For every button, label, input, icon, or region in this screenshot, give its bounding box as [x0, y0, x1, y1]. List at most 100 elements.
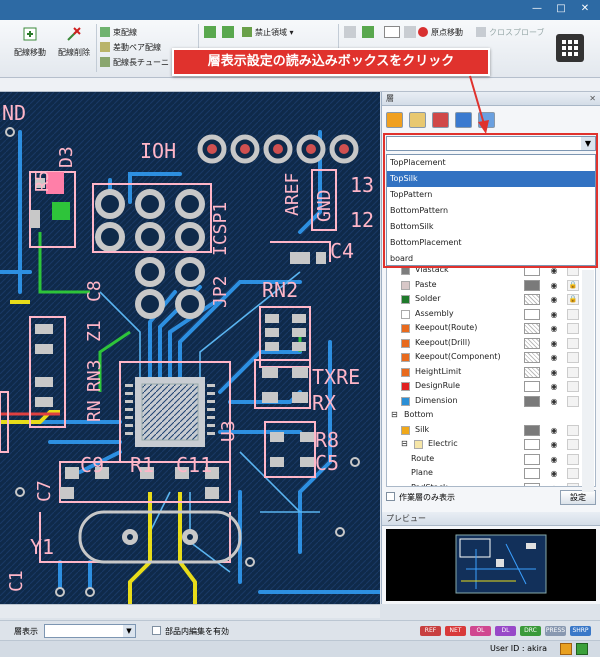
layer-fill-pattern[interactable] [524, 482, 540, 486]
lock-toggle[interactable] [567, 352, 579, 363]
layer-row[interactable]: Solder ◉ 🔒 [387, 292, 595, 307]
layer-fill-pattern[interactable] [524, 395, 540, 407]
layer-fill-pattern[interactable] [524, 337, 540, 349]
layer-color-swatch[interactable] [401, 425, 410, 435]
eye-icon[interactable]: ◉ [546, 425, 562, 436]
layer-settings-dropdown[interactable]: TopPlacement TopSilk TopPattern BottomPatte… [386, 154, 596, 266]
dropdown-option[interactable]: TopPlacement [387, 155, 595, 171]
layer-fill-pattern[interactable] [524, 352, 540, 363]
layer-display-select[interactable]: ▼ [44, 624, 136, 638]
edit-status-icon[interactable] [560, 643, 572, 655]
lock-toggle[interactable] [567, 482, 579, 486]
lock-toggle[interactable] [567, 453, 579, 465]
status-badge[interactable]: DL [495, 626, 516, 636]
status-badge[interactable]: SHRP [570, 626, 591, 636]
layer-tree[interactable]: Viastack ◉ Paste ◉ 🔒 Solder ◉ 🔒 Assembly ◉ Keepout… [386, 262, 596, 487]
layer-color-swatch[interactable] [401, 295, 410, 304]
lock-toggle[interactable] [567, 468, 579, 479]
status-badge[interactable]: REF [420, 626, 441, 636]
lock-toggle[interactable] [567, 424, 579, 436]
status-badge[interactable]: OL [470, 626, 491, 636]
layer-row[interactable]: Keepout(Component) ◉ [387, 350, 595, 365]
layer-row[interactable]: DesignRule ◉ [387, 379, 595, 394]
layer-color-swatch[interactable] [401, 367, 410, 377]
settings-button[interactable]: 設定 [560, 490, 596, 505]
lock-icon[interactable]: 🔒 [567, 279, 579, 291]
layer-color-swatch[interactable] [401, 324, 410, 333]
canvas-horizontal-scrollbar[interactable] [0, 604, 380, 618]
dropdown-option[interactable]: BottomPattern [387, 203, 595, 219]
layer-row[interactable]: Plane ◉ [387, 466, 595, 481]
expander-icon[interactable]: ⊟ [401, 437, 408, 452]
dropdown-option[interactable]: TopSilk [387, 171, 595, 187]
status-badge[interactable]: NET [445, 626, 466, 636]
book-layer-icon[interactable] [408, 112, 426, 128]
origin-move-button[interactable]: 原点移動 [418, 26, 463, 40]
align-tool-button[interactable] [404, 26, 419, 40]
lock-toggle[interactable] [567, 395, 579, 407]
eye-icon[interactable]: ◉ [546, 439, 562, 450]
layer-color-swatch[interactable] [401, 353, 410, 362]
lock-toggle[interactable] [567, 308, 579, 320]
shape-tool-button-1[interactable] [204, 26, 219, 40]
eye-icon[interactable]: ◉ [546, 483, 562, 487]
layer-fill-pattern[interactable] [524, 424, 540, 436]
lock-toggle[interactable] [567, 366, 579, 378]
measure-tool-button[interactable] [384, 26, 403, 40]
eye-icon[interactable]: ◉ [546, 381, 562, 392]
layer-color-swatch[interactable] [401, 396, 410, 406]
length-tune-button[interactable]: 配線長チューニ [100, 56, 169, 70]
layer-row[interactable]: ⊟ Bottom [387, 408, 595, 423]
layer-color-swatch[interactable] [401, 309, 410, 319]
fill-tool-button[interactable] [362, 26, 377, 40]
layer-row[interactable]: Keepout(Drill) ◉ [387, 336, 595, 351]
only-working-layer-checkbox[interactable] [386, 492, 395, 501]
layer-panel-close-icon[interactable]: ✕ [589, 92, 596, 106]
diff-pair-button[interactable]: 差動ペア配線 [100, 41, 161, 55]
layer-row[interactable]: Assembly ◉ [387, 307, 595, 322]
close-icon[interactable]: ✕ [574, 2, 596, 16]
layer-row[interactable]: Dimension ◉ [387, 394, 595, 409]
eye-icon[interactable]: ◉ [546, 454, 562, 465]
eye-icon[interactable]: ◉ [546, 338, 562, 349]
layer-tree-scrollbar[interactable] [582, 270, 594, 492]
layer-fill-pattern[interactable] [524, 294, 540, 305]
chevron-down-icon[interactable]: ▼ [123, 625, 135, 637]
lock-icon[interactable]: 🔒 [567, 294, 579, 305]
layer-fill-pattern[interactable] [524, 279, 540, 291]
layer-fill-pattern[interactable] [524, 381, 540, 392]
layer-row[interactable]: ⊟ Electric ◉ [387, 437, 595, 452]
eye-icon[interactable]: ◉ [546, 294, 562, 305]
layer-fill-pattern[interactable] [524, 323, 540, 334]
layer-row[interactable]: Keepout(Route) ◉ [387, 321, 595, 336]
eye-icon[interactable]: ◉ [546, 352, 562, 363]
layer-row[interactable]: HeightLimit ◉ [387, 365, 595, 380]
layer-fill-pattern[interactable] [524, 439, 540, 450]
dropdown-option[interactable]: TopPattern [387, 187, 595, 203]
layer-row[interactable]: Silk ◉ [387, 423, 595, 438]
status-badge[interactable]: PRESS [545, 626, 566, 636]
edit-in-component-checkbox[interactable] [152, 626, 161, 635]
eye-icon[interactable]: ◉ [546, 323, 562, 334]
layer-fill-pattern[interactable] [524, 308, 540, 320]
prj-layer-icon[interactable] [386, 112, 403, 128]
eye-icon[interactable]: ◉ [546, 309, 562, 320]
lock-toggle[interactable] [567, 439, 579, 450]
board-preview[interactable] [386, 529, 596, 601]
route-delete-button[interactable]: 配線削除 [54, 26, 94, 58]
lock-toggle[interactable] [567, 381, 579, 392]
expander-icon[interactable]: ⊟ [391, 408, 398, 423]
grid-tool-button[interactable] [344, 26, 359, 40]
status-badge[interactable]: DRC [520, 626, 541, 636]
route-move-button[interactable]: 配線移動 [10, 26, 50, 58]
layer-row[interactable]: PadStack ◉ [387, 481, 595, 487]
eye-icon[interactable]: ◉ [546, 396, 562, 407]
dropdown-option[interactable]: BottomPlacement [387, 235, 595, 251]
check-status-icon[interactable] [576, 643, 588, 655]
edit-in-component-toggle[interactable]: 部品内編集を有効 [152, 626, 229, 637]
layer-row[interactable]: Route ◉ [387, 452, 595, 467]
eye-icon[interactable]: ◉ [546, 367, 562, 378]
layer-color-swatch[interactable] [401, 338, 410, 348]
dropdown-option[interactable]: board [387, 251, 595, 267]
shape-tool-button-2[interactable] [222, 26, 237, 40]
